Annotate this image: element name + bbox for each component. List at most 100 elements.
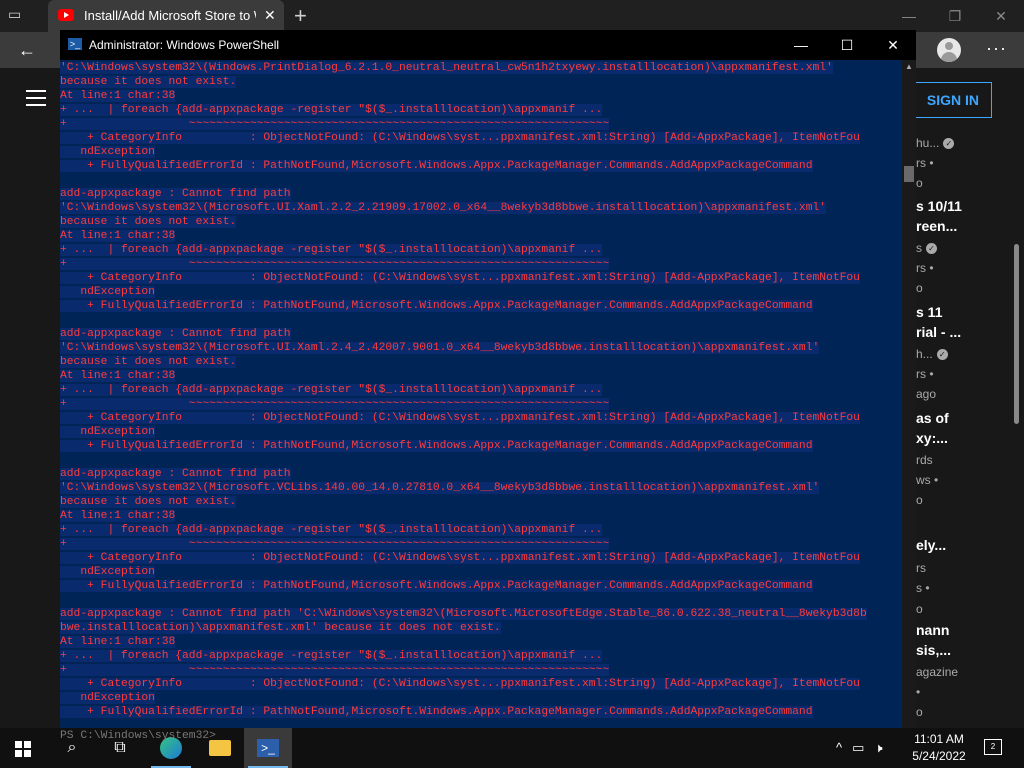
related-video-text: agazine — [916, 665, 959, 679]
volume-muted-icon[interactable]: 🕨 — [874, 740, 882, 756]
console-line: bwe.installlocation)\appxmanifest.xml' b… — [60, 622, 501, 634]
ps-maximize-button[interactable]: ☐ — [824, 30, 870, 60]
console-line: + FullyQualifiedErrorId : PathNotFound,M… — [60, 160, 813, 172]
back-arrow-icon[interactable]: ← — [18, 40, 36, 61]
powershell-window: >_ Administrator: Windows PowerShell — ☐… — [60, 30, 916, 730]
powershell-icon: >_ — [68, 38, 82, 50]
console-line: + CategoryInfo : ObjectNotFound: (C:\Win… — [60, 272, 860, 284]
browser-tab-strip: ▭ Install/Add Microsoft Store to W ✕ + —… — [0, 0, 1024, 32]
tab-actions-icon[interactable]: ▭ — [8, 6, 40, 26]
browser-tab[interactable]: Install/Add Microsoft Store to W ✕ — [48, 0, 284, 32]
related-video-text[interactable]: rial - ... — [916, 324, 961, 340]
windows-taskbar: ⌕ ⧉ >_ PS C:\Windows\system32> ^ ▭ 🕨 11:… — [0, 728, 1024, 768]
minimize-button[interactable]: — — [886, 0, 932, 32]
console-line: + FullyQualifiedErrorId : PathNotFound,M… — [60, 440, 813, 452]
close-button[interactable]: ✕ — [978, 0, 1024, 32]
related-video-text: • — [916, 685, 921, 699]
console-line: + ... | foreach {add-appxpackage -regist… — [60, 650, 603, 662]
verified-check-icon: ✓ — [926, 243, 937, 255]
related-video-text: o — [916, 493, 923, 507]
related-video-text[interactable]: s 10/11 — [916, 198, 962, 214]
sign-in-button[interactable]: SIGN IN — [914, 82, 992, 118]
scrollbar-thumb[interactable] — [904, 166, 914, 182]
console-output[interactable]: 'C:\Windows\system32\(Windows.PrintDialo… — [60, 60, 902, 730]
hamburger-menu-icon[interactable] — [26, 90, 46, 106]
page-scrollbar[interactable] — [1014, 244, 1019, 424]
console-line: + CategoryInfo : ObjectNotFound: (C:\Win… — [60, 132, 860, 144]
more-options-icon[interactable]: ··· — [986, 38, 1007, 59]
console-line: + ~~~~~~~~~~~~~~~~~~~~~~~~~~~~~~~~~~~~~~… — [60, 118, 610, 130]
verified-check-icon: ✓ — [936, 349, 948, 361]
console-prompt: PS C:\Windows\system32> — [60, 730, 216, 742]
related-video-text[interactable]: xy:... — [916, 430, 948, 446]
console-line: + CategoryInfo : ObjectNotFound: (C:\Win… — [60, 678, 860, 690]
new-tab-button[interactable]: + — [294, 3, 307, 29]
console-line: + ... | foreach {add-appxpackage -regist… — [60, 104, 603, 116]
clock[interactable]: 11:01 AM 5/24/2022 — [908, 731, 970, 765]
console-line: + FullyQualifiedErrorId : PathNotFound,M… — [60, 580, 813, 592]
console-line: At line:1 char:38 — [60, 510, 176, 522]
powershell-title: Administrator: Windows PowerShell — [89, 38, 280, 52]
youtube-icon — [58, 9, 74, 21]
tab-close-icon[interactable]: ✕ — [264, 7, 276, 24]
related-video-text[interactable]: nann — [916, 622, 949, 638]
related-video-text: o — [916, 602, 923, 616]
console-line: add-appxpackage : Cannot find path 'C:\W… — [60, 608, 867, 620]
related-video-text: ws • — [916, 473, 939, 487]
notification-center-icon[interactable]: 2 — [984, 739, 1002, 755]
console-line: 'C:\Windows\system32\(Microsoft.UI.Xaml.… — [60, 202, 827, 214]
tab-title: Install/Add Microsoft Store to W — [84, 8, 256, 23]
console-line: ndException — [60, 286, 155, 298]
related-video-text: rs — [916, 561, 926, 575]
related-video-text: rs • — [916, 156, 934, 170]
clock-time: 11:01 AM — [914, 732, 964, 746]
scroll-up-icon[interactable]: ▲ — [905, 62, 913, 71]
console-line: + ... | foreach {add-appxpackage -regist… — [60, 524, 603, 536]
profile-avatar-icon[interactable] — [937, 38, 961, 62]
browser-window-controls: — ❐ ✕ — [886, 0, 1024, 32]
console-line: because it does not exist. — [60, 216, 237, 228]
verified-check-icon: ✓ — [943, 138, 955, 150]
related-video-text: hu... ✓ — [916, 136, 955, 150]
network-icon[interactable]: ▭ — [852, 740, 864, 756]
restore-button[interactable]: ❐ — [932, 0, 978, 32]
console-line: At line:1 char:38 — [60, 230, 176, 242]
console-line: add-appxpackage : Cannot find path — [60, 328, 291, 340]
console-line: + ~~~~~~~~~~~~~~~~~~~~~~~~~~~~~~~~~~~~~~… — [60, 538, 610, 550]
console-line: + ~~~~~~~~~~~~~~~~~~~~~~~~~~~~~~~~~~~~~~… — [60, 664, 610, 676]
console-line: + CategoryInfo : ObjectNotFound: (C:\Win… — [60, 552, 860, 564]
console-line: because it does not exist. — [60, 76, 237, 88]
related-video-text: rds — [916, 453, 933, 467]
console-line: + FullyQualifiedErrorId : PathNotFound,M… — [60, 706, 813, 718]
start-button-icon[interactable] — [15, 741, 31, 757]
console-line: ndException — [60, 146, 155, 158]
console-line: + ~~~~~~~~~~~~~~~~~~~~~~~~~~~~~~~~~~~~~~… — [60, 398, 610, 410]
console-line: ndException — [60, 692, 155, 704]
related-video-text[interactable]: s 11 — [916, 304, 942, 320]
related-video-text: rs • — [916, 261, 934, 275]
related-video-text[interactable]: sis,... — [916, 642, 951, 658]
console-line: 'C:\Windows\system32\(Windows.PrintDialo… — [60, 62, 833, 74]
console-line: add-appxpackage : Cannot find path — [60, 188, 291, 200]
console-line: 'C:\Windows\system32\(Microsoft.UI.Xaml.… — [60, 342, 820, 354]
powershell-taskbar-icon[interactable]: >_ — [244, 728, 292, 768]
console-line: add-appxpackage : Cannot find path — [60, 468, 291, 480]
console-scrollbar[interactable]: ▲ — [902, 60, 916, 730]
tray-chevron-up-icon[interactable]: ^ — [836, 740, 842, 756]
console-line: because it does not exist. — [60, 356, 237, 368]
console-line: + ... | foreach {add-appxpackage -regist… — [60, 384, 603, 396]
powershell-titlebar[interactable]: >_ Administrator: Windows PowerShell — ☐… — [60, 30, 916, 60]
related-video-text[interactable]: ely... — [916, 537, 946, 553]
console-line: At line:1 char:38 — [60, 370, 176, 382]
related-video-text: o — [916, 176, 923, 190]
ps-minimize-button[interactable]: — — [778, 30, 824, 60]
related-video-text[interactable]: reen... — [916, 218, 957, 234]
console-line: because it does not exist. — [60, 496, 237, 508]
console-line: + ... | foreach {add-appxpackage -regist… — [60, 244, 603, 256]
ps-close-button[interactable]: ✕ — [870, 30, 916, 60]
related-video-text[interactable]: as of — [916, 410, 949, 426]
console-line: ndException — [60, 426, 155, 438]
